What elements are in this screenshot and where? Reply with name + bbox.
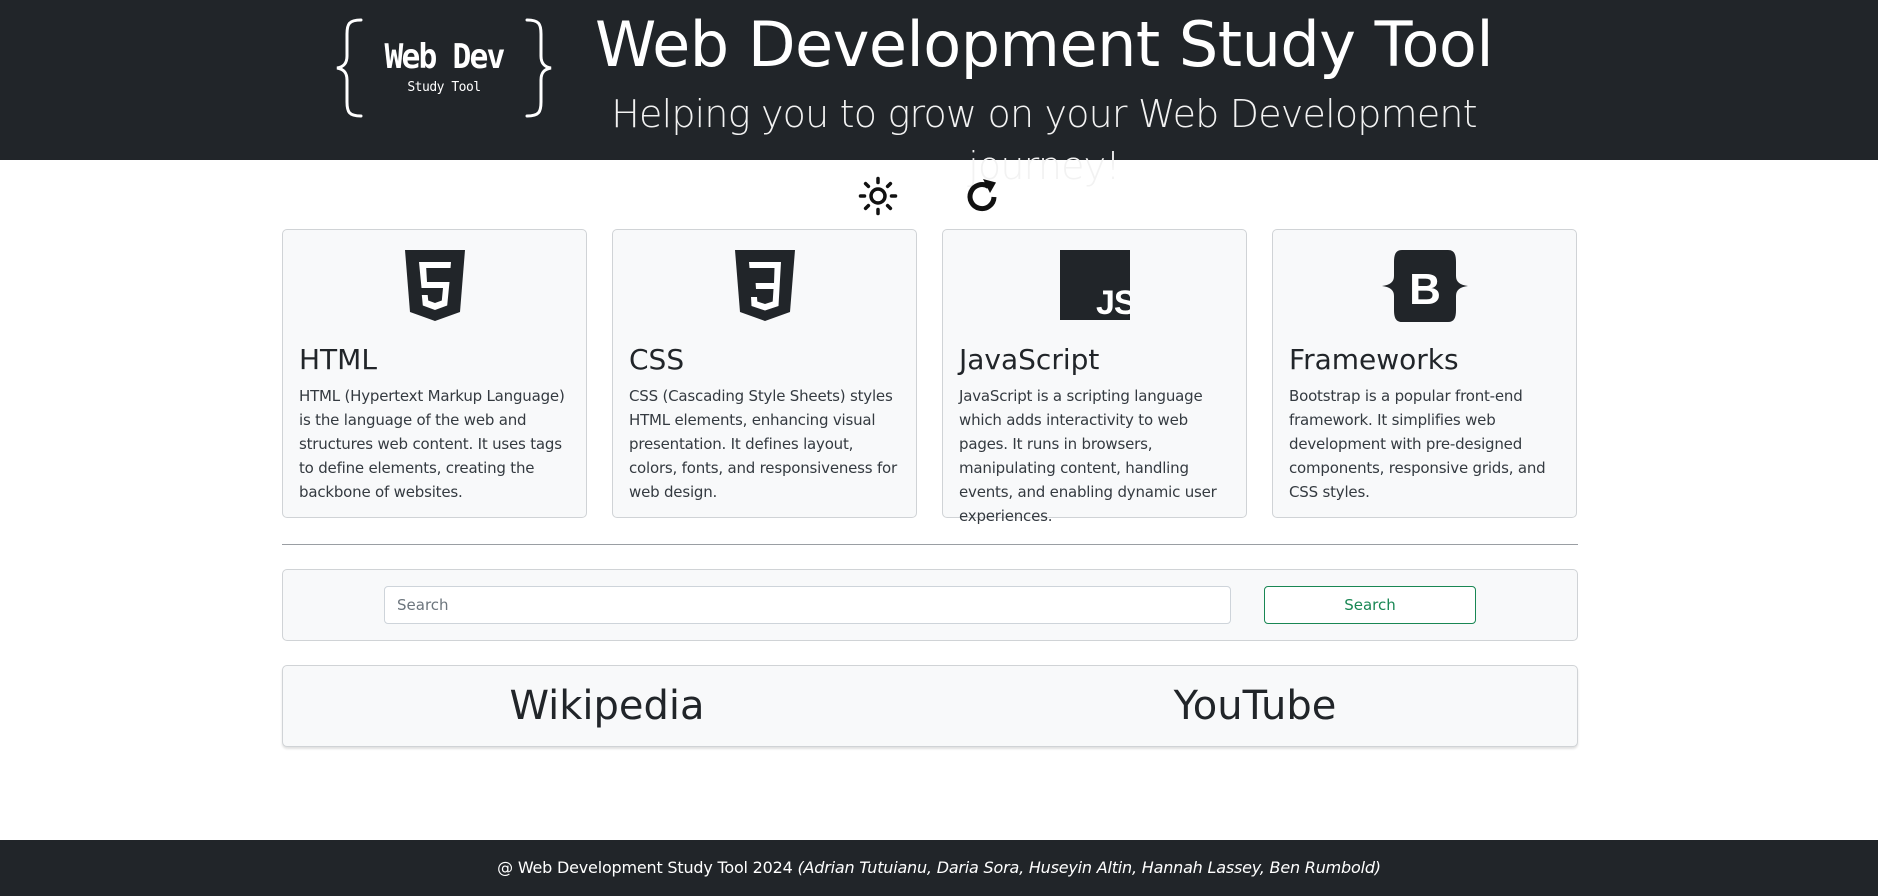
page-subtitle: Helping you to grow on your Web Developm… bbox=[611, 92, 1477, 188]
logo-sub-text: Study Tool bbox=[407, 80, 481, 95]
css3-icon bbox=[734, 250, 795, 321]
card-title: HTML bbox=[299, 343, 377, 376]
search-input[interactable] bbox=[384, 586, 1231, 624]
card-title: Frameworks bbox=[1289, 343, 1459, 376]
svg-text:JS: JS bbox=[1096, 284, 1130, 320]
youtube-link[interactable]: YouTube bbox=[931, 680, 1579, 732]
page-title: Web Development Study Tool bbox=[594, 8, 1494, 81]
site-footer: @ Web Development Study Tool 2024 (Adria… bbox=[0, 840, 1878, 896]
javascript-icon: JS bbox=[1059, 250, 1130, 320]
card-javascript: JS JavaScript JavaScript is a scripting … bbox=[942, 229, 1247, 525]
card-description: CSS (Cascading Style Sheets) styles HTML… bbox=[629, 387, 898, 501]
card-title: CSS bbox=[629, 343, 685, 376]
svg-text:B: B bbox=[1409, 265, 1441, 314]
footer-authors: (Adrian Tutuianu, Daria Sora, Huseyin Al… bbox=[797, 858, 1381, 877]
bootstrap-icon: B bbox=[1381, 250, 1468, 322]
footer-copyright: @ Web Development Study Tool 2024 bbox=[497, 858, 793, 877]
card-html: HTML HTML (Hypertext Markup Language) is… bbox=[282, 229, 587, 518]
logo-main-text: Web Dev bbox=[384, 37, 506, 77]
site-logo: Web Dev Study Tool bbox=[333, 16, 555, 120]
theme-toggle-button[interactable] bbox=[858, 176, 898, 216]
wikipedia-link[interactable]: Wikipedia bbox=[283, 680, 931, 732]
card-description: Bootstrap is a popular front-end framewo… bbox=[1289, 387, 1546, 501]
html5-icon bbox=[404, 250, 465, 321]
site-header: Web Dev Study Tool Web Development Study… bbox=[0, 0, 1878, 188]
refresh-button[interactable] bbox=[963, 176, 1003, 216]
refresh-icon bbox=[967, 179, 997, 212]
card-description: HTML (Hypertext Markup Language) is the … bbox=[299, 387, 565, 501]
section-divider bbox=[282, 544, 1578, 545]
resource-links-panel: Wikipedia YouTube bbox=[282, 665, 1578, 747]
card-description: JavaScript is a scripting language which… bbox=[959, 387, 1217, 525]
card-css: CSS CSS (Cascading Style Sheets) styles … bbox=[612, 229, 917, 518]
card-frameworks: B Frameworks Bootstrap is a popular fron… bbox=[1272, 229, 1577, 518]
search-panel: Search bbox=[282, 569, 1578, 641]
sun-icon bbox=[858, 176, 898, 216]
card-title: JavaScript bbox=[959, 343, 1100, 376]
search-button[interactable]: Search bbox=[1264, 586, 1476, 624]
